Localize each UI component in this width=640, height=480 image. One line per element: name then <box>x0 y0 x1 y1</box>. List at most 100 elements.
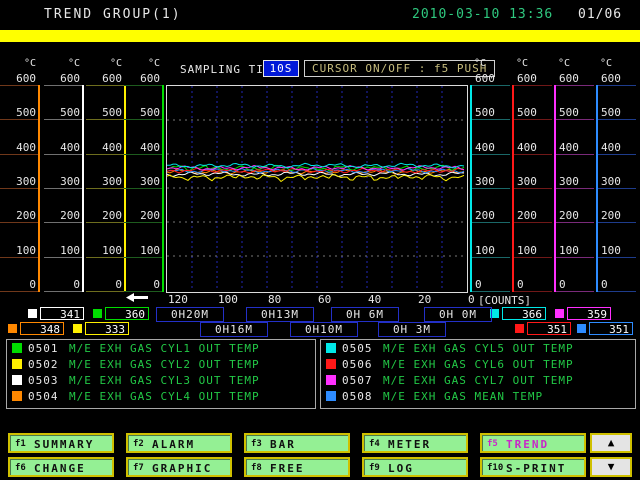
y-axis-label-0503: 300 <box>44 176 80 187</box>
y-axis-label-0506: 200 <box>517 210 553 221</box>
fkey-number: f3 <box>251 439 262 449</box>
y-axis-unit-0503: °C <box>44 59 80 69</box>
y-axis-line-0503 <box>82 85 84 292</box>
y-axis-label-0504: 100 <box>0 245 36 256</box>
y-axis-tick-0506 <box>514 154 552 155</box>
y-axis-tick-0502 <box>86 188 124 189</box>
y-axis-label-0507: 0 <box>559 279 595 290</box>
y-axis-tick-0503 <box>44 222 82 223</box>
y-axis-label-0502: 600 <box>86 73 122 84</box>
value-swatch-0506 <box>515 324 524 333</box>
y-axis-tick-0503 <box>44 257 82 258</box>
fkey-f8-free[interactable]: f8FREE <box>244 457 350 477</box>
y-axis-tick-0505 <box>472 188 510 189</box>
y-axis-tick-0501 <box>124 154 162 155</box>
legend-id-0505: 0505 <box>342 342 373 355</box>
y-axis-label-0506: 100 <box>517 245 553 256</box>
y-axis-unit-0502: °C <box>86 59 122 69</box>
time-direction-arrow <box>126 293 148 302</box>
y-axis-tick-0504 <box>0 119 38 120</box>
legend-desc-0501: M/E EXH GAS CYL1 OUT TEMP <box>69 342 260 355</box>
legend-swatch-0505 <box>326 343 336 353</box>
value-swatch-0508 <box>577 324 586 333</box>
y-axis-label-0502: 400 <box>86 142 122 153</box>
value-swatch-0502 <box>73 324 82 333</box>
y-axis-unit-0505: °C <box>474 59 510 69</box>
y-axis-tick-0504 <box>0 257 38 258</box>
fkey-f2-alarm[interactable]: f2ALARM <box>126 433 232 453</box>
legend-swatch-0502 <box>12 359 22 369</box>
y-axis-label-0506: 500 <box>517 107 553 118</box>
y-axis-tick-0506 <box>514 85 552 86</box>
legend-id-0504: 0504 <box>28 390 59 403</box>
fkey-number: f8 <box>251 463 262 473</box>
y-axis-unit-0501: °C <box>124 59 160 69</box>
y-axis-label-0505: 200 <box>475 210 511 221</box>
y-axis-tick-0503 <box>44 85 82 86</box>
current-value-0503: 341 <box>40 307 84 320</box>
legend-desc-0503: M/E EXH GAS CYL3 OUT TEMP <box>69 374 260 387</box>
y-axis-line-0501 <box>162 85 164 292</box>
fkey-label: LOG <box>388 462 414 475</box>
y-axis-label-0507: 500 <box>559 107 595 118</box>
y-axis-tick-0507 <box>556 291 594 292</box>
fkey-f3-bar[interactable]: f3BAR <box>244 433 350 453</box>
value-swatch-0504 <box>8 324 17 333</box>
y-axis-tick-0506 <box>514 222 552 223</box>
current-value-0501: 360 <box>105 307 149 320</box>
legend-swatch-0504 <box>12 391 22 401</box>
x-axis-label: 40 <box>368 294 381 305</box>
y-axis-label-0507: 600 <box>559 73 595 84</box>
y-axis-tick-0502 <box>86 222 124 223</box>
fkey-f7-graphic[interactable]: f7GRAPHIC <box>126 457 232 477</box>
current-value-0507: 359 <box>567 307 611 320</box>
y-axis-label-0501: 500 <box>124 107 160 118</box>
current-value-0502: 333 <box>85 322 129 335</box>
fkey-f10-s-print[interactable]: f10S-PRINT <box>480 457 586 477</box>
fkey-number: f6 <box>15 463 26 473</box>
sampling-time-value: 10S <box>263 60 299 77</box>
y-axis-label-0505: 500 <box>475 107 511 118</box>
legend-desc-0504: M/E EXH GAS CYL4 OUT TEMP <box>69 390 260 403</box>
fkey-f6-change[interactable]: f6CHANGE <box>8 457 114 477</box>
page-up-button[interactable]: ▲ <box>590 433 632 453</box>
fkey-f4-meter[interactable]: f4METER <box>362 433 468 453</box>
y-axis-tick-0501 <box>124 188 162 189</box>
legend-swatch-0506 <box>326 359 336 369</box>
legend-swatch-0508 <box>326 391 336 401</box>
y-axis-label-0502: 0 <box>86 279 122 290</box>
y-axis-label-0505: 400 <box>475 142 511 153</box>
fkey-label: SUMMARY <box>34 438 94 451</box>
y-axis-label-0505: 600 <box>475 73 511 84</box>
y-axis-tick-0504 <box>0 188 38 189</box>
y-axis-tick-0505 <box>472 222 510 223</box>
y-axis-tick-0506 <box>514 257 552 258</box>
fkey-label: ALARM <box>152 438 195 451</box>
y-axis-label-0504: 600 <box>0 73 36 84</box>
y-axis-label-0504: 400 <box>0 142 36 153</box>
legend-row-0501: 0501M/E EXH GAS CYL1 OUT TEMP <box>7 340 315 356</box>
y-axis-label-0501: 300 <box>124 176 160 187</box>
y-axis-unit-0506: °C <box>516 59 552 69</box>
y-axis-label-0508: 500 <box>601 107 637 118</box>
legend-id-0503: 0503 <box>28 374 59 387</box>
legend-swatch-0501 <box>12 343 22 353</box>
x-axis-label: 80 <box>268 294 281 305</box>
elapsed-time-label: 0H 3M <box>378 322 446 337</box>
elapsed-time-label: 0H13M <box>246 307 314 322</box>
y-axis-tick-0504 <box>0 222 38 223</box>
y-axis-line-0504 <box>38 85 40 292</box>
y-axis-tick-0504 <box>0 291 38 292</box>
alarm-bar <box>0 30 640 42</box>
fkey-f1-summary[interactable]: f1SUMMARY <box>8 433 114 453</box>
page-down-button[interactable]: ▼ <box>590 457 632 477</box>
y-axis-label-0503: 600 <box>44 73 80 84</box>
legend-right-block: 0505M/E EXH GAS CYL5 OUT TEMP0506M/E EXH… <box>320 339 636 409</box>
page-number: 01/06 <box>578 7 622 22</box>
y-axis-tick-0502 <box>86 154 124 155</box>
value-swatch-0501 <box>93 309 102 318</box>
fkey-f9-log[interactable]: f9LOG <box>362 457 468 477</box>
y-axis-tick-0507 <box>556 188 594 189</box>
fkey-f5-trend[interactable]: f5TREND <box>480 433 586 453</box>
y-axis-label-0503: 100 <box>44 245 80 256</box>
